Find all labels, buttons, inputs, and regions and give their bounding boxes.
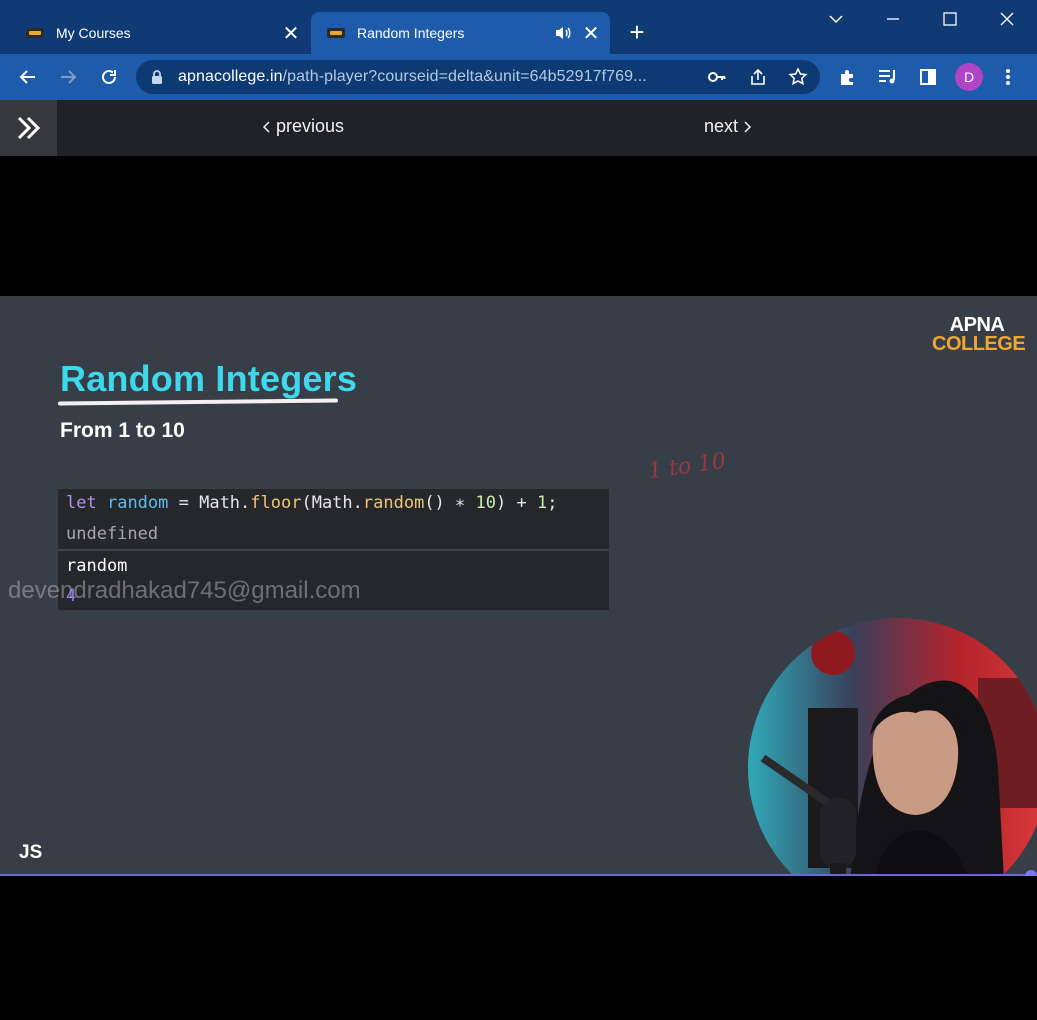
reload-icon[interactable]: [95, 63, 123, 91]
console-divider: [58, 549, 609, 551]
share-icon[interactable]: [747, 66, 769, 88]
video-letterbox-bottom: [0, 876, 1037, 1020]
logo-line-2: COLLEGE: [932, 333, 1026, 355]
previous-button[interactable]: previous: [262, 116, 344, 137]
close-tab-icon[interactable]: ✕: [278, 20, 304, 46]
close-window-icon[interactable]: [992, 6, 1022, 34]
chevron-right-icon: [744, 120, 752, 133]
code-token: (Math.: [301, 493, 363, 513]
extensions-puzzle-icon[interactable]: [834, 63, 862, 91]
slide-subtitle: From 1 to 10: [60, 419, 185, 442]
key-icon[interactable]: [706, 66, 728, 88]
maximize-icon[interactable]: [935, 6, 965, 34]
instructor-webcam-image: [748, 618, 1037, 876]
console-output: undefined: [66, 524, 159, 544]
url-text[interactable]: apnacollege.in/path-player?courseid=delt…: [178, 68, 647, 86]
code-token: ;: [547, 493, 558, 513]
slide-title: Random Integers: [60, 358, 358, 399]
video-letterbox-top: [0, 156, 1037, 296]
browser-menu-icon[interactable]: [994, 63, 1022, 91]
console-input-line: let random = Math.floor(Math.random() ∗ …: [66, 493, 557, 513]
address-bar[interactable]: apnacollege.in/path-player?courseid=delt…: [136, 60, 820, 94]
media-control-icon[interactable]: [874, 63, 902, 91]
url-domain: apnacollege.in: [178, 68, 283, 85]
tab-title: My Courses: [56, 25, 131, 41]
code-token: floor: [250, 493, 302, 513]
apna-college-logo: APNA COLLEGE: [932, 315, 1026, 355]
handwritten-annotation: 1 to 10: [646, 448, 728, 485]
tab-title: Random Integers: [357, 25, 465, 41]
new-tab-button[interactable]: +: [624, 19, 650, 46]
speaker-icon[interactable]: [552, 22, 574, 44]
bookmark-star-icon[interactable]: [787, 66, 809, 88]
course-tag-label: JS: [19, 842, 43, 863]
previous-label: previous: [276, 116, 345, 136]
tab-search-chevron-icon[interactable]: [821, 6, 851, 34]
code-token: 1: [536, 493, 548, 513]
code-token: = Math.: [168, 493, 251, 513]
apna-college-favicon-icon: [26, 28, 44, 38]
double-chevron-right-icon: [17, 116, 40, 140]
email-watermark: devendradhakad745@gmail.com: [8, 577, 361, 604]
browser-toolbar: apnacollege.in/path-player?courseid=delt…: [0, 54, 1037, 100]
side-panel-icon[interactable]: [914, 63, 942, 91]
code-token: () ∗: [424, 493, 476, 513]
next-label: next: [704, 116, 739, 136]
next-button[interactable]: next: [704, 116, 752, 137]
tab-random-integers[interactable]: Random Integers ✕: [311, 12, 610, 54]
course-nav-bar: previous next: [0, 100, 1037, 156]
lock-icon[interactable]: [150, 69, 164, 90]
video-frame[interactable]: Random Integers From 1 to 10 APNA COLLEG…: [0, 296, 1037, 876]
apna-college-favicon-icon: [327, 28, 345, 38]
back-arrow-icon[interactable]: [14, 63, 42, 91]
console-query: random: [66, 556, 128, 576]
code-token: random: [362, 493, 425, 513]
close-tab-icon[interactable]: ✕: [578, 20, 604, 46]
code-token: let: [66, 493, 97, 513]
code-token: random: [106, 493, 169, 513]
chevron-left-icon: [262, 120, 270, 133]
forward-arrow-icon[interactable]: [54, 63, 82, 91]
sidebar-toggle-button[interactable]: [0, 100, 57, 156]
code-token: ) +: [495, 493, 537, 513]
url-path: /path-player?courseid=delta&unit=64b5291…: [282, 68, 647, 85]
code-token: 10: [475, 493, 496, 513]
tab-my-courses[interactable]: My Courses ✕: [10, 12, 310, 54]
browser-tab-strip: My Courses ✕ Random Integers ✕ +: [0, 0, 1037, 54]
profile-avatar[interactable]: D: [955, 63, 983, 91]
minimize-icon[interactable]: [878, 6, 908, 34]
